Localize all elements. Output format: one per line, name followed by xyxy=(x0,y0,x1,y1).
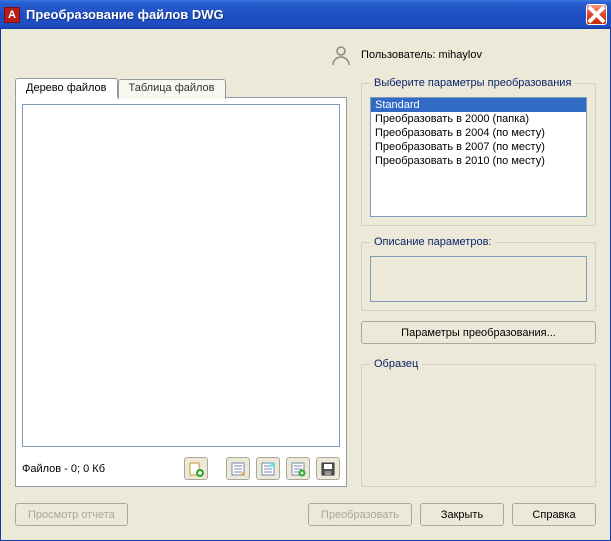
description-box xyxy=(370,256,587,302)
titlebar: A Преобразование файлов DWG xyxy=(0,0,611,29)
conversion-setup-item[interactable]: Преобразовать в 2007 (по месту) xyxy=(371,140,586,154)
tab-file-table[interactable]: Таблица файлов xyxy=(118,79,226,99)
dialog-body: Пользователь: mihaylov Дерево файлов Таб… xyxy=(0,29,611,541)
conversion-setup-item[interactable]: Преобразовать в 2004 (по месту) xyxy=(371,126,586,140)
new-list-button[interactable] xyxy=(226,457,250,480)
save-list-button[interactable] xyxy=(316,457,340,480)
convert-button: Преобразовать xyxy=(308,503,412,526)
close-icon[interactable] xyxy=(586,4,607,25)
user-row: Пользователь: mihaylov xyxy=(215,39,596,77)
conversion-setup-item[interactable]: Преобразовать в 2010 (по месту) xyxy=(371,154,586,168)
params-group-label: Выберите параметры преобразования xyxy=(370,77,575,89)
append-list-button[interactable] xyxy=(286,457,310,480)
conversion-setup-item[interactable]: Standard xyxy=(371,98,586,112)
view-report-button: Просмотр отчета xyxy=(15,503,128,526)
preview-box xyxy=(370,378,587,478)
tab-file-tree[interactable]: Дерево файлов xyxy=(15,78,118,98)
user-icon xyxy=(329,43,353,67)
tabs: Дерево файлов Таблица файлов xyxy=(15,77,347,97)
file-tree[interactable] xyxy=(22,104,340,447)
open-list-button[interactable] xyxy=(256,457,280,480)
params-group: Выберите параметры преобразования Standa… xyxy=(361,77,596,226)
app-icon: A xyxy=(4,7,20,23)
sample-group: Образец xyxy=(361,358,596,487)
close-button[interactable]: Закрыть xyxy=(420,503,504,526)
conversion-setups-button[interactable]: Параметры преобразования... xyxy=(361,321,596,344)
conversion-setup-item[interactable]: Преобразовать в 2000 (папка) xyxy=(371,112,586,126)
sample-group-label: Образец xyxy=(370,358,422,370)
description-group-label: Описание параметров: xyxy=(370,236,495,248)
help-button[interactable]: Справка xyxy=(512,503,596,526)
add-file-button[interactable] xyxy=(184,457,208,480)
description-group: Описание параметров: xyxy=(361,236,596,311)
conversion-setup-list[interactable]: StandardПреобразовать в 2000 (папка)Прео… xyxy=(370,97,587,217)
user-label: Пользователь: mihaylov xyxy=(361,49,482,61)
file-count-status: Файлов - 0; 0 Кб xyxy=(22,463,178,475)
tab-panel: Файлов - 0; 0 Кб xyxy=(15,97,347,487)
window-title: Преобразование файлов DWG xyxy=(26,7,586,22)
